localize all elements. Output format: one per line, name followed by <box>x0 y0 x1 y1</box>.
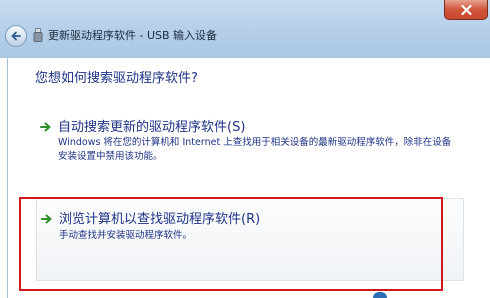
option-auto-search-description: Windows 将在您的计算机和 Internet 上查找用于相关设备的最新驱动… <box>58 137 452 162</box>
window-title: 更新驱动程序软件 - USB 输入设备 <box>48 29 218 42</box>
back-button[interactable] <box>5 25 27 47</box>
option-browse-computer-description: 手动查找并安装驱动程序软件。 <box>59 230 193 241</box>
option-browse-computer[interactable]: 浏览计算机以查找驱动程序软件(R) 手动查找并安装驱动程序软件。 <box>36 198 464 281</box>
option-auto-search-title: 自动搜索更新的驱动程序软件(S) <box>58 120 246 135</box>
green-arrow-icon <box>40 122 51 132</box>
option-browse-computer-title: 浏览计算机以查找驱动程序软件(R) <box>59 212 261 227</box>
close-button[interactable] <box>444 0 488 20</box>
title-bar: 更新驱动程序软件 - USB 输入设备 <box>0 0 490 58</box>
help-icon <box>373 292 387 298</box>
usb-device-icon <box>33 28 43 42</box>
page-heading: 您想如何搜索驱动程序软件? <box>35 71 198 86</box>
wizard-content: 您想如何搜索驱动程序软件? 自动搜索更新的驱动程序软件(S) Windows 将… <box>7 58 490 298</box>
green-arrow-icon <box>41 214 52 224</box>
back-arrow-icon <box>11 31 21 41</box>
close-icon <box>461 5 472 15</box>
option-auto-search[interactable]: 自动搜索更新的驱动程序软件(S) Windows 将在您的计算机和 Intern… <box>36 113 464 173</box>
